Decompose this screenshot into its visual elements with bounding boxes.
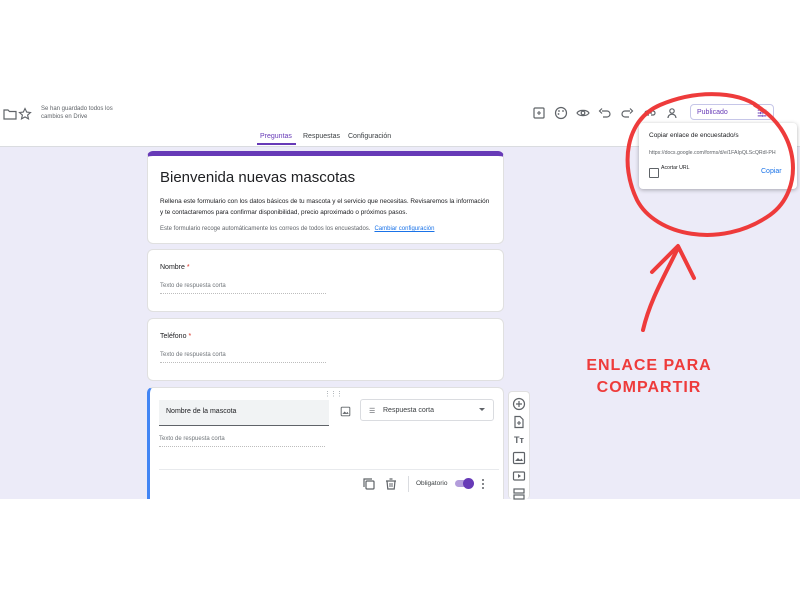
required-mark: * xyxy=(186,264,190,271)
tune-icon xyxy=(757,108,767,120)
required-toggle[interactable] xyxy=(455,478,474,489)
divider xyxy=(159,469,499,470)
publish-label: Publicado xyxy=(697,108,728,116)
import-questions-icon[interactable] xyxy=(511,414,527,430)
eye-icon[interactable] xyxy=(575,105,591,121)
email-note-text: Este formulario recoge automáticamente l… xyxy=(160,226,371,232)
tab-respuestas[interactable]: Respuestas xyxy=(303,133,340,140)
publish-button[interactable]: Publicado xyxy=(690,104,774,120)
link-icon[interactable] xyxy=(642,105,658,121)
more-vert-icon[interactable] xyxy=(475,476,491,492)
shorten-url-checkbox[interactable] xyxy=(649,168,659,178)
question-card-mascota-active[interactable]: ⋮⋮⋮ Nombre de la mascota ☰ Respuesta cor… xyxy=(147,387,504,499)
add-video-icon[interactable] xyxy=(511,468,527,484)
question-title: Teléfono xyxy=(160,333,187,340)
popup-title: Copiar enlace de encuestado/s xyxy=(649,132,739,139)
question-title: Nombre xyxy=(160,264,185,271)
duplicate-icon[interactable] xyxy=(361,476,377,492)
question-label: Teléfono * xyxy=(160,333,191,340)
copy-button[interactable]: Copiar xyxy=(761,168,782,175)
short-answer-icon: ☰ xyxy=(369,408,376,415)
undo-icon[interactable] xyxy=(597,105,613,121)
form-description[interactable]: Rellena este formulario con los datos bá… xyxy=(160,196,490,218)
answer-placeholder: Texto de respuesta corta xyxy=(160,352,326,363)
add-section-icon[interactable] xyxy=(511,486,527,502)
change-settings-link[interactable]: Cambiar configuración xyxy=(374,226,434,232)
active-tab-indicator xyxy=(257,143,296,145)
answer-placeholder: Texto de respuesta corta xyxy=(159,436,325,447)
email-collection-note: Este formulario recoge automáticamente l… xyxy=(160,226,434,232)
folder-icon[interactable] xyxy=(2,106,18,122)
copy-link-popup: Copiar enlace de encuestado/s https://do… xyxy=(639,123,797,189)
annotation-label: ENLACE PARA COMPARTIR xyxy=(560,355,738,399)
redo-icon[interactable] xyxy=(619,105,635,121)
question-type-value: Respuesta corta xyxy=(383,406,434,414)
star-icon[interactable] xyxy=(17,106,33,122)
form-title[interactable]: Bienvenida nuevas mascotas xyxy=(160,169,355,186)
annotation-line-2: COMPARTIR xyxy=(596,379,702,396)
required-mark: * xyxy=(188,333,192,340)
form-header-card[interactable]: Bienvenida nuevas mascotas Rellena este … xyxy=(147,151,504,244)
question-type-select[interactable]: ☰ Respuesta corta xyxy=(360,399,494,421)
image-icon[interactable] xyxy=(340,404,351,422)
drag-handle-icon[interactable]: ⋮⋮⋮ xyxy=(324,390,343,398)
saved-status: Se han guardado todos los cambios en Dri… xyxy=(41,106,113,120)
palette-icon[interactable] xyxy=(553,105,569,121)
add-image-icon[interactable] xyxy=(511,450,527,466)
tab-preguntas[interactable]: Preguntas xyxy=(260,133,292,140)
question-card-telefono[interactable]: Teléfono * Texto de respuesta corta xyxy=(147,318,504,381)
annotation-line-1: ENLACE PARA xyxy=(586,357,712,374)
answer-placeholder: Texto de respuesta corta xyxy=(160,283,326,294)
required-label: Obligatorio xyxy=(416,480,448,487)
question-card-nombre[interactable]: Nombre * Texto de respuesta corta xyxy=(147,249,504,312)
responder-link[interactable]: https://docs.google.com/forms/d/e/1FAIpQ… xyxy=(649,150,795,156)
question-label: Nombre * xyxy=(160,264,190,271)
add-title-icon[interactable]: Tт xyxy=(511,432,527,448)
add-person-icon[interactable] xyxy=(666,105,682,121)
add-question-icon[interactable] xyxy=(511,396,527,412)
shorten-url-label: Acortar URL xyxy=(661,165,690,171)
delete-icon[interactable] xyxy=(383,476,399,492)
divider xyxy=(408,476,409,492)
tab-configuracion[interactable]: Configuración xyxy=(348,133,391,140)
question-title-input[interactable]: Nombre de la mascota xyxy=(159,400,329,426)
addon-icon[interactable] xyxy=(531,105,547,121)
chevron-down-icon xyxy=(479,408,485,411)
